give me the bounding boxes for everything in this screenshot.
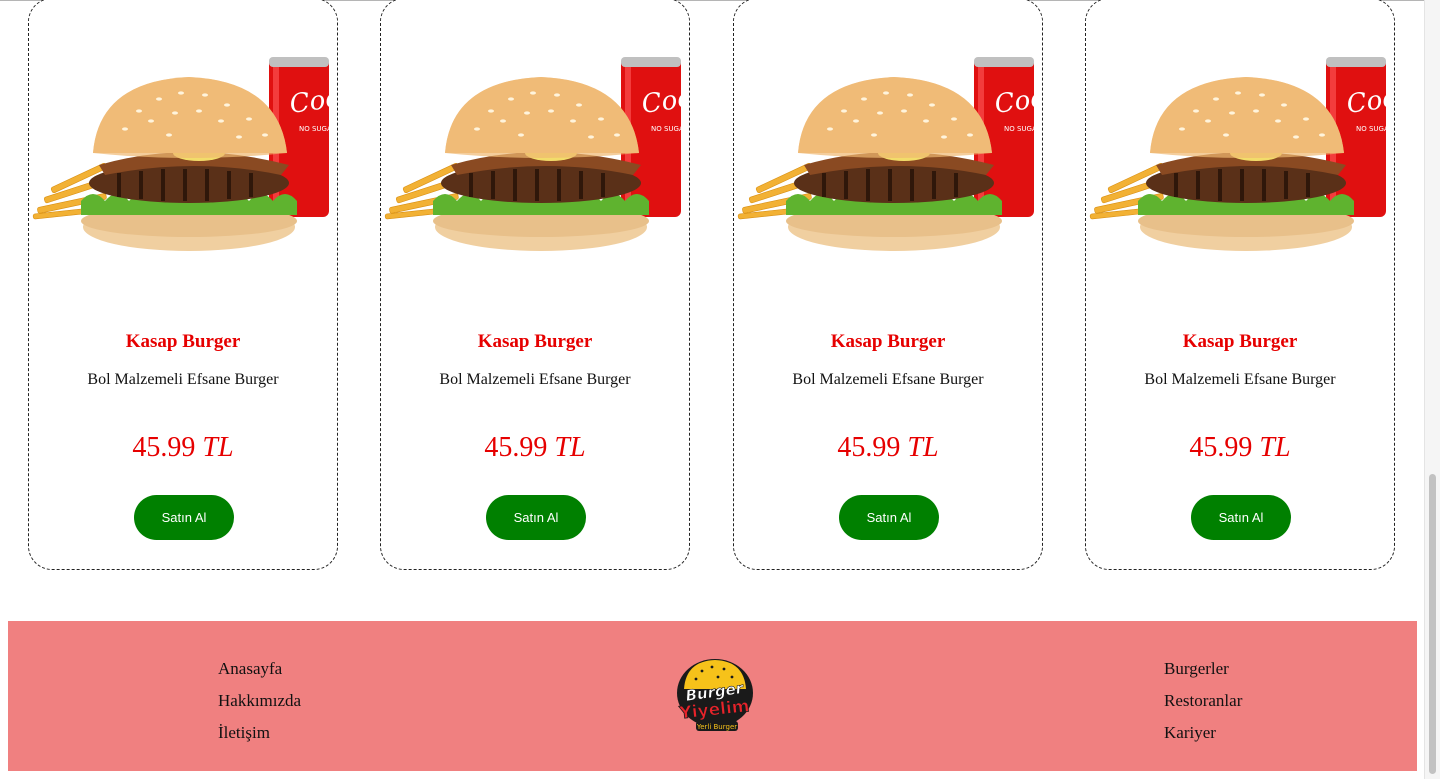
burger-menu-image: Coca-Cola NO SUGAR bbox=[29, 1, 337, 301]
product-price: 45.99 TL bbox=[1086, 432, 1394, 464]
product-card: Coca-Cola NO SUGAR Kasap Burger Bol Malz… bbox=[380, 0, 690, 570]
product-title: Kasap Burger bbox=[1182, 331, 1298, 352]
footer-link-hakkimizda[interactable]: Hakkımızda bbox=[218, 689, 301, 721]
product-title: Kasap Burger bbox=[477, 331, 593, 352]
footer: Anasayfa Hakkımızda İletişim Burger Yiye… bbox=[8, 621, 1417, 771]
product-card: Coca-Cola NO SUGAR Kasap Burger Bol Malz… bbox=[1085, 0, 1395, 570]
product-description: Bol Malzemeli Efsane Burger bbox=[87, 371, 279, 388]
footer-link-restoranlar[interactable]: Restoranlar bbox=[1164, 689, 1242, 721]
footer-link-kariyer[interactable]: Kariyer bbox=[1164, 721, 1242, 753]
buy-button[interactable]: Satın Al bbox=[486, 495, 586, 540]
price-currency: TL bbox=[1259, 432, 1291, 463]
price-currency: TL bbox=[907, 432, 939, 463]
price-value: 45.99 bbox=[132, 432, 196, 463]
burger-menu-image: Coca-Cola NO SUGAR bbox=[381, 1, 689, 301]
burger-yiyelim-logo[interactable]: Burger Yiyelim Yerli Burger bbox=[672, 655, 758, 737]
footer-link-iletisim[interactable]: İletişim bbox=[218, 721, 301, 753]
footer-link-burgerler[interactable]: Burgerler bbox=[1164, 657, 1242, 689]
burger-menu-image: Coca-Cola NO SUGAR bbox=[1086, 1, 1394, 301]
footer-nav-right: Burgerler Restoranlar Kariyer bbox=[1164, 657, 1242, 753]
price-currency: TL bbox=[202, 432, 234, 463]
product-price: 45.99 TL bbox=[381, 432, 689, 464]
footer-link-anasayfa[interactable]: Anasayfa bbox=[218, 657, 301, 689]
burger-menu-image: Coca-Cola NO SUGAR bbox=[734, 1, 1042, 301]
product-description: Bol Malzemeli Efsane Burger bbox=[792, 371, 984, 388]
page: Coca-Cola NO SUGAR Kasap Burger Bol Malz… bbox=[0, 0, 1440, 779]
svg-text:NO SUGAR: NO SUGAR bbox=[1004, 125, 1042, 133]
product-price: 45.99 TL bbox=[29, 432, 337, 464]
buy-button[interactable]: Satın Al bbox=[134, 495, 234, 540]
product-description: Bol Malzemeli Efsane Burger bbox=[1144, 371, 1336, 388]
footer-nav-left: Anasayfa Hakkımızda İletişim bbox=[218, 657, 301, 753]
price-currency: TL bbox=[554, 432, 586, 463]
svg-text:NO SUGAR: NO SUGAR bbox=[299, 125, 337, 133]
buy-button[interactable]: Satın Al bbox=[839, 495, 939, 540]
product-card: Coca-Cola NO SUGAR Kasap Burger Bol Malz… bbox=[28, 0, 338, 570]
svg-text:Yerli Burger: Yerli Burger bbox=[696, 723, 737, 731]
price-value: 45.99 bbox=[484, 432, 548, 463]
svg-text:NO SUGAR: NO SUGAR bbox=[651, 125, 689, 133]
price-value: 45.99 bbox=[837, 432, 901, 463]
product-card: Coca-Cola NO SUGAR Kasap Burger Bol Malz… bbox=[733, 0, 1043, 570]
price-value: 45.99 bbox=[1189, 432, 1253, 463]
buy-button[interactable]: Satın Al bbox=[1191, 495, 1291, 540]
svg-text:NO SUGAR: NO SUGAR bbox=[1356, 125, 1394, 133]
product-title: Kasap Burger bbox=[125, 331, 241, 352]
vertical-scrollbar[interactable] bbox=[1424, 0, 1440, 779]
product-grid: Coca-Cola NO SUGAR Kasap Burger Bol Malz… bbox=[28, 0, 1398, 572]
scrollbar-thumb[interactable] bbox=[1429, 474, 1436, 774]
product-price: 45.99 TL bbox=[734, 432, 1042, 464]
product-title: Kasap Burger bbox=[830, 331, 946, 352]
product-description: Bol Malzemeli Efsane Burger bbox=[439, 371, 631, 388]
